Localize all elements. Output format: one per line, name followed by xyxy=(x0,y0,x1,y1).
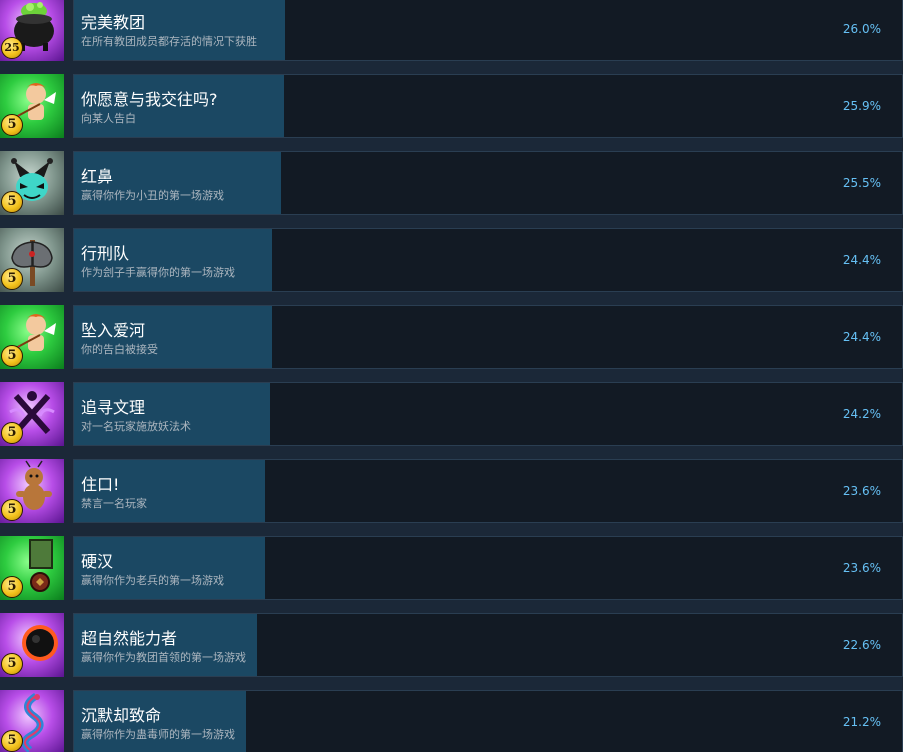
voodoo-doll-icon: 5 xyxy=(0,459,64,523)
achievement-description: 禁言一名玩家 xyxy=(81,497,147,510)
achievement-title: 硬汉 xyxy=(81,552,114,571)
achievement-title: 追寻文理 xyxy=(81,398,146,417)
points-coin-badge: 25 xyxy=(1,37,23,59)
points-coin-badge: 5 xyxy=(1,730,23,752)
points-coin-badge: 5 xyxy=(1,345,23,367)
achievement-description: 作为刽子手赢得你的第一场游戏 xyxy=(81,266,235,279)
unlock-percentage: 25.5% xyxy=(842,176,881,190)
axe-icon: 5 xyxy=(0,228,64,292)
achievement-row[interactable]: 5 硬汉赢得你作为老兵的第一场游戏 23.6% xyxy=(0,536,903,600)
achievement-progress-panel: 行刑队作为刽子手赢得你的第一场游戏 24.4% xyxy=(73,228,903,292)
points-coin-badge: 5 xyxy=(1,191,23,213)
points-coin-badge: 5 xyxy=(1,422,23,444)
cupid-icon: 5 xyxy=(0,305,64,369)
unlock-percentage: 23.6% xyxy=(842,561,881,575)
achievement-row[interactable]: 5 超自然能力者赢得你作为教团首领的第一场游戏 22.6% xyxy=(0,613,903,677)
achievement-list: 25 完美教团在所有教团成员都存活的情况下获胜 26.0% 5 你愿意与我交往吗? 向某人… xyxy=(0,0,903,752)
achievement-row[interactable]: 5 红鼻赢得你作为小丑的第一场游戏 25.5% xyxy=(0,151,903,215)
achievement-progress-panel: 硬汉赢得你作为老兵的第一场游戏 23.6% xyxy=(73,536,903,600)
achievement-progress-panel: 完美教团在所有教团成员都存活的情况下获胜 26.0% xyxy=(73,0,903,61)
achievement-description: 对一名玩家施放妖法术 xyxy=(81,420,191,433)
unlock-percentage: 23.6% xyxy=(842,484,881,498)
achievement-progress-panel: 红鼻赢得你作为小丑的第一场游戏 25.5% xyxy=(73,151,903,215)
dark-orb-icon: 5 xyxy=(0,613,64,677)
achievement-row[interactable]: 5 追寻文理对一名玩家施放妖法术 24.2% xyxy=(0,382,903,446)
achievement-row[interactable]: 5 行刑队作为刽子手赢得你的第一场游戏 24.4% xyxy=(0,228,903,292)
unlock-percentage: 22.6% xyxy=(842,638,881,652)
points-coin-badge: 5 xyxy=(1,268,23,290)
achievement-description: 赢得你作为蛊毒师的第一场游戏 xyxy=(81,728,235,741)
unlock-percentage: 24.2% xyxy=(842,407,881,421)
cupid-icon: 5 xyxy=(0,74,64,138)
achievement-description: 赢得你作为教团首领的第一场游戏 xyxy=(81,651,246,664)
achievement-progress-panel: 沉默却致命赢得你作为蛊毒师的第一场游戏 21.2% xyxy=(73,690,903,752)
achievement-progress-panel: 住口! 禁言一名玩家 23.6% xyxy=(73,459,903,523)
achievement-title: 沉默却致命 xyxy=(81,706,162,725)
cauldron-icon: 25 xyxy=(0,0,64,61)
achievement-title: 行刑队 xyxy=(81,244,130,263)
achievement-description: 在所有教团成员都存活的情况下获胜 xyxy=(81,35,257,48)
achievement-title: 住口! xyxy=(81,475,120,494)
serpent-icon: 5 xyxy=(0,690,64,752)
achievement-progress-panel: 你愿意与我交往吗? 向某人告白 25.9% xyxy=(73,74,903,138)
unlock-percentage: 21.2% xyxy=(842,715,881,729)
achievement-row[interactable]: 5 沉默却致命赢得你作为蛊毒师的第一场游戏 21.2% xyxy=(0,690,903,752)
unlock-percentage: 26.0% xyxy=(842,22,881,36)
achievement-row[interactable]: 5 你愿意与我交往吗? 向某人告白 25.9% xyxy=(0,74,903,138)
medal-icon: 5 xyxy=(0,536,64,600)
jester-mask-icon: 5 xyxy=(0,151,64,215)
achievement-title: 坠入爱河 xyxy=(81,321,146,340)
achievement-title: 红鼻 xyxy=(81,167,114,186)
achievement-progress-panel: 超自然能力者赢得你作为教团首领的第一场游戏 22.6% xyxy=(73,613,903,677)
achievement-description: 赢得你作为老兵的第一场游戏 xyxy=(81,574,224,587)
unlock-percentage: 25.9% xyxy=(842,99,881,113)
achievement-description: 你的告白被接受 xyxy=(81,343,158,356)
achievement-row[interactable]: 5 坠入爱河你的告白被接受 24.4% xyxy=(0,305,903,369)
points-coin-badge: 5 xyxy=(1,576,23,598)
achievement-row[interactable]: 5 住口! 禁言一名玩家 23.6% xyxy=(0,459,903,523)
points-coin-badge: 5 xyxy=(1,114,23,136)
achievement-title: 完美教团 xyxy=(81,13,146,32)
achievement-description: 赢得你作为小丑的第一场游戏 xyxy=(81,189,224,202)
achievement-title: 超自然能力者 xyxy=(81,629,178,648)
unlock-percentage: 24.4% xyxy=(842,253,881,267)
achievement-progress-panel: 坠入爱河你的告白被接受 24.4% xyxy=(73,305,903,369)
achievement-progress-panel: 追寻文理对一名玩家施放妖法术 24.2% xyxy=(73,382,903,446)
achievement-row[interactable]: 25 完美教团在所有教团成员都存活的情况下获胜 26.0% xyxy=(0,0,903,61)
points-coin-badge: 5 xyxy=(1,653,23,675)
achievement-title: 你愿意与我交往吗? xyxy=(81,90,218,109)
tentacle-rune-icon: 5 xyxy=(0,382,64,446)
unlock-percentage: 24.4% xyxy=(842,330,881,344)
achievement-description: 向某人告白 xyxy=(81,112,136,125)
points-coin-badge: 5 xyxy=(1,499,23,521)
